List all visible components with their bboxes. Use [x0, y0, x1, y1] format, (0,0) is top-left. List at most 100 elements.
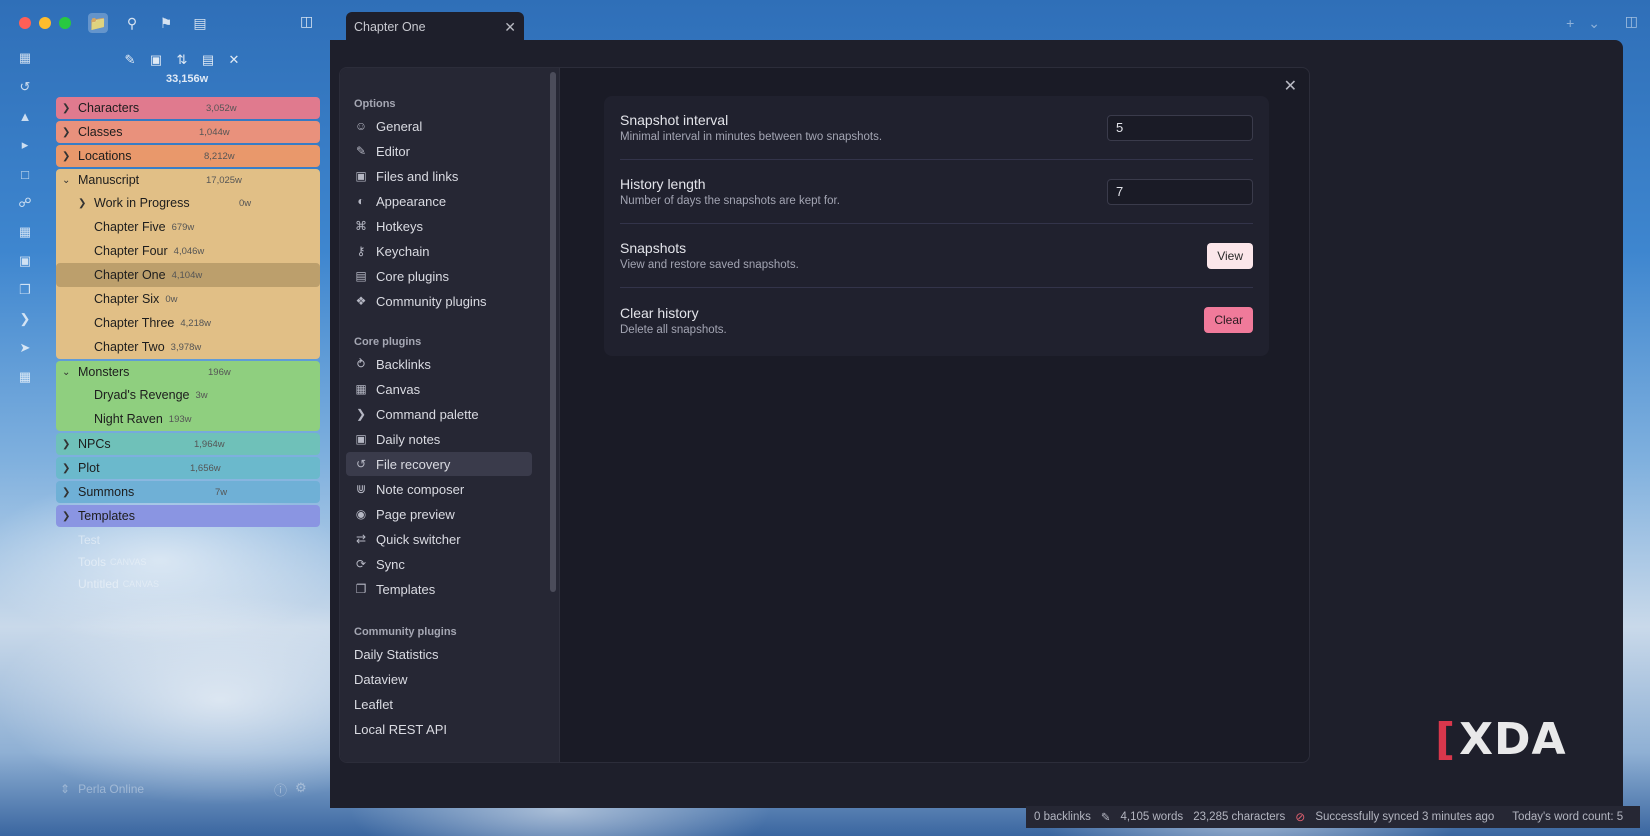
dashboard-icon[interactable]: ▦: [15, 48, 35, 68]
folder-manuscript[interactable]: ⌄ Manuscript 17,025w ❯ Work in Progress …: [56, 169, 320, 359]
close-all-icon[interactable]: ✕: [224, 50, 244, 70]
nav-daily-statistics[interactable]: Daily Statistics: [346, 642, 532, 666]
book-icon[interactable]: ▤: [190, 13, 210, 33]
file-chapter-four[interactable]: Chapter Four 4,046w: [56, 239, 320, 263]
pencil-icon: ✎: [355, 144, 367, 158]
file-chapter-two[interactable]: Chapter Two 3,978w: [56, 335, 320, 359]
window-controls: [19, 17, 71, 29]
canvas-icon[interactable]: ▦: [15, 222, 35, 242]
vault-switcher[interactable]: ⇕ Perla Online: [60, 782, 144, 796]
sync-icon[interactable]: ⊘: [1295, 810, 1305, 824]
nav-templates[interactable]: ❐ Templates: [346, 577, 532, 601]
folder-classes[interactable]: ❯ Classes 1,044w: [56, 121, 320, 143]
close-icon[interactable]: ✕: [1284, 76, 1297, 96]
snapshot-interval-input[interactable]: [1107, 114, 1253, 141]
map-icon[interactable]: ▲: [15, 106, 35, 126]
folder-locations[interactable]: ❯ Locations 8,212w: [56, 145, 320, 167]
nav-quick-switcher[interactable]: ⇄ Quick switcher: [346, 527, 532, 551]
file-chapter-one[interactable]: Chapter One 4,104w: [56, 263, 320, 287]
nav-canvas[interactable]: ▦ Canvas: [346, 377, 532, 401]
nav-label: Local REST API: [354, 721, 447, 737]
nav-editor[interactable]: ✎ Editor: [346, 139, 532, 163]
nav-dataview[interactable]: Dataview: [346, 667, 532, 691]
folder-work-in-progress[interactable]: ❯ Work in Progress 0w: [56, 191, 320, 215]
nav-backlinks[interactable]: ⥁ Backlinks: [346, 352, 532, 376]
zoom-window-button[interactable]: [59, 17, 71, 29]
nav-note-composer[interactable]: ⋓ Note composer: [346, 477, 532, 501]
file-chapter-six[interactable]: Chapter Six 0w: [56, 287, 320, 311]
nav-scrollbar[interactable]: [550, 72, 556, 592]
table-icon[interactable]: ▦: [15, 367, 35, 387]
sidebar-toggle-icon[interactable]: ◫: [300, 13, 313, 30]
file-label: Test: [78, 533, 101, 547]
folder-npcs[interactable]: ❯ NPCs 1,964w: [56, 433, 320, 455]
file-dryads-revenge[interactable]: Dryad's Revenge 3w: [56, 383, 320, 407]
folder-icon[interactable]: 📁: [88, 13, 108, 33]
folder-monsters[interactable]: ⌄ Monsters 196w Dryad's Revenge 3w Night…: [56, 361, 320, 431]
search-icon[interactable]: ⚲: [122, 13, 142, 33]
send-icon[interactable]: ➤: [15, 338, 35, 358]
gear-icon[interactable]: ⚙: [295, 780, 307, 799]
right-sidebar-toggle-icon[interactable]: ◫: [1625, 13, 1638, 30]
file-icon[interactable]: □: [15, 164, 35, 184]
calendar-icon[interactable]: ▣: [15, 251, 35, 271]
clear-history-button[interactable]: Clear: [1204, 307, 1253, 333]
nav-keychain[interactable]: ⚷ Keychain: [346, 239, 532, 263]
nav-daily-notes[interactable]: ▣ Daily notes: [346, 427, 532, 451]
run-icon[interactable]: ▸: [15, 135, 35, 155]
collapse-icon[interactable]: ▤: [198, 50, 218, 70]
nav-label: Canvas: [376, 381, 421, 397]
file-label: Chapter Four: [94, 244, 168, 258]
tab-chapter-one[interactable]: Chapter One ✕: [346, 12, 524, 42]
folder-characters[interactable]: ❯ Characters 3,052w: [56, 97, 320, 119]
file-test[interactable]: Test: [56, 529, 320, 551]
setting-label: Clear history: [620, 304, 699, 321]
file-night-raven[interactable]: Night Raven 193w: [56, 407, 320, 431]
nav-local-rest-api[interactable]: Local REST API: [346, 717, 532, 741]
word-count: 3w: [195, 389, 208, 401]
view-snapshots-button[interactable]: View: [1207, 242, 1253, 269]
nav-leaflet[interactable]: Leaflet: [346, 692, 532, 716]
nav-appearance[interactable]: ◐ Appearance: [346, 189, 532, 213]
backlinks-count[interactable]: 0 backlinks: [1034, 811, 1091, 823]
nav-page-preview[interactable]: ◉ Page preview: [346, 502, 532, 526]
nav-file-recovery[interactable]: ↺ File recovery: [346, 452, 532, 476]
new-tab-icon[interactable]: +: [1566, 15, 1574, 32]
nav-files-and-links[interactable]: ▣ Files and links: [346, 164, 532, 188]
history-icon[interactable]: ↺: [15, 77, 35, 97]
minimize-window-button[interactable]: [39, 17, 51, 29]
nav-community-plugins[interactable]: ❖ Community plugins: [346, 289, 532, 313]
nav-command-palette[interactable]: ❯ Command palette: [346, 402, 532, 426]
folder-summons[interactable]: ❯ Summons 7w: [56, 481, 320, 503]
history-length-input[interactable]: [1107, 178, 1253, 205]
pencil-icon[interactable]: ✎: [1101, 810, 1111, 824]
folder-plot[interactable]: ❯ Plot 1,656w: [56, 457, 320, 479]
new-note-icon[interactable]: ✎: [120, 50, 140, 70]
file-tools[interactable]: Tools CANVAS: [56, 551, 320, 573]
nav-core-plugins[interactable]: ▤ Core plugins: [346, 264, 532, 288]
nav-label: Note composer: [376, 481, 465, 497]
nav-hotkeys[interactable]: ⌘ Hotkeys: [346, 214, 532, 238]
puzzle-icon: ❖: [355, 294, 367, 308]
bookmark-icon[interactable]: ⚑: [156, 13, 176, 33]
chevron-right-icon: ❯: [62, 150, 71, 162]
file-chapter-three[interactable]: Chapter Three 4,218w: [56, 311, 320, 335]
help-icon[interactable]: ⓘ: [274, 780, 287, 799]
sort-icon[interactable]: ⇅: [172, 50, 192, 70]
canvas-tag: CANVAS: [122, 579, 160, 589]
copy-icon[interactable]: ❐: [15, 280, 35, 300]
terminal-icon[interactable]: ❯: [15, 309, 35, 329]
nav-general[interactable]: ☺ General: [346, 114, 532, 138]
chevron-down-icon[interactable]: ⌄: [1588, 15, 1600, 32]
folder-label: Plot: [78, 461, 100, 475]
nav-label: Leaflet: [354, 696, 394, 712]
close-window-button[interactable]: [19, 17, 31, 29]
folder-templates[interactable]: ❯ Templates: [56, 505, 320, 527]
new-folder-icon[interactable]: ▣: [146, 50, 166, 70]
nav-sync[interactable]: ⟳ Sync: [346, 552, 532, 576]
nav-label: Core plugins: [376, 268, 449, 284]
file-untitled[interactable]: Untitled CANVAS: [56, 573, 320, 595]
graph-icon[interactable]: ☍: [15, 193, 35, 213]
file-chapter-five[interactable]: Chapter Five 679w: [56, 215, 320, 239]
close-icon[interactable]: ✕: [504, 19, 516, 36]
